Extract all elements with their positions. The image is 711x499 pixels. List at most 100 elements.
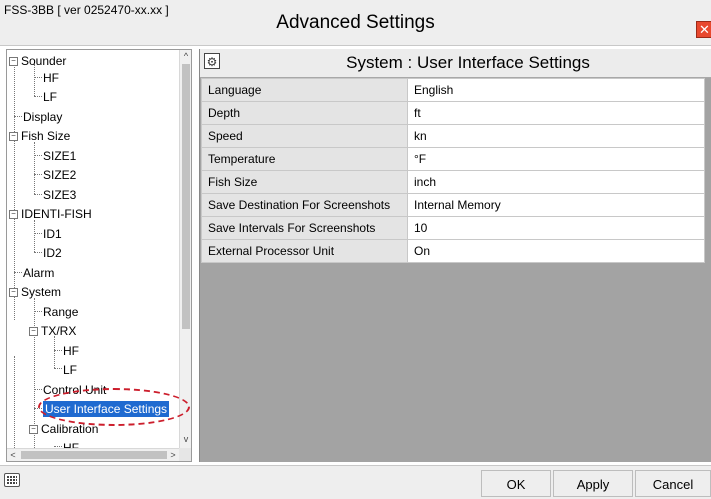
collapse-toggle-icon[interactable]: − (29, 425, 38, 435)
tree-item-label: HF (43, 71, 59, 85)
setting-value[interactable]: English (407, 78, 705, 102)
tree-item-label: HF (63, 344, 79, 358)
setting-name: Temperature (201, 147, 408, 171)
tree-item-sounder-hf[interactable]: HF (43, 69, 59, 87)
collapse-toggle-icon[interactable]: − (9, 210, 18, 220)
tree-connector-line (14, 62, 15, 320)
tree-item-identi-fish[interactable]: − IDENTI-FISH (9, 205, 92, 223)
tree-item-txrx-lf[interactable]: LF (63, 361, 77, 379)
setting-value[interactable]: 10 (407, 216, 705, 240)
tree-item-label: Display (23, 110, 63, 124)
tree-connector-line (14, 272, 22, 273)
tree-horizontal-scrollbar[interactable]: < > (7, 448, 179, 461)
scroll-down-icon[interactable]: v (180, 434, 191, 444)
tree-item-display[interactable]: Display (23, 108, 62, 126)
bottom-bar: OK Apply Cancel (0, 465, 711, 499)
tree-connector-line (34, 233, 42, 234)
settings-panel: ⚙ System : User Interface Settings Langu… (199, 49, 711, 462)
tree-item-label: IDENTI-FISH (21, 207, 92, 221)
setting-name: Save Destination For Screenshots (201, 193, 408, 217)
table-row[interactable]: Save Intervals For Screenshots 10 (201, 216, 705, 240)
collapse-toggle-icon[interactable]: − (9, 132, 18, 142)
tree-item-size3[interactable]: SIZE3 (43, 186, 76, 204)
tree-item-id1[interactable]: ID1 (43, 225, 62, 243)
tree-item-fish-size[interactable]: − Fish Size (9, 127, 70, 145)
table-row[interactable]: Depth ft (201, 101, 705, 125)
tree-item-label: LF (63, 363, 78, 377)
title-bar: FSS-3BB [ ver 0252470-xx.xx ] Advanced S… (0, 0, 711, 46)
scroll-right-icon[interactable]: > (167, 450, 179, 460)
scrollbar-corner (179, 448, 191, 461)
tree-connector-line (14, 356, 15, 448)
tree-item-label: SIZE2 (43, 168, 77, 182)
tree-item-label: SIZE3 (43, 188, 77, 202)
tree-item-txrx[interactable]: − TX/RX (29, 322, 76, 340)
tree-item-label: LF (43, 90, 58, 104)
setting-value[interactable]: °F (407, 147, 705, 171)
tree-item-size1[interactable]: SIZE1 (43, 147, 76, 165)
tree-item-calibration-hf[interactable]: HF (63, 439, 79, 448)
tree-connector-line (34, 77, 42, 78)
tree-connector-line (34, 311, 42, 312)
table-row[interactable]: Speed kn (201, 124, 705, 148)
table-row[interactable]: Language English (201, 78, 705, 102)
scrollbar-thumb[interactable] (21, 451, 167, 459)
tree-connector-line (34, 174, 42, 175)
setting-value[interactable]: inch (407, 170, 705, 194)
setting-name: Depth (201, 101, 408, 125)
tree-item-id2[interactable]: ID2 (43, 244, 62, 262)
close-button[interactable]: ✕ (696, 21, 711, 38)
tree-connector-line (54, 368, 62, 369)
tree-item-label: Range (43, 305, 79, 319)
table-row[interactable]: External Processor Unit On (201, 239, 705, 263)
tree-item-label: TX/RX (41, 324, 77, 338)
table-row[interactable]: Temperature °F (201, 147, 705, 171)
tree-item-label: Sounder (21, 54, 67, 68)
setting-name: External Processor Unit (201, 239, 408, 263)
scroll-left-icon[interactable]: < (7, 450, 19, 460)
panel-title: System : User Interface Settings (346, 53, 590, 72)
tree-item-size2[interactable]: SIZE2 (43, 166, 76, 184)
setting-name: Speed (201, 124, 408, 148)
collapse-toggle-icon[interactable]: − (9, 57, 18, 67)
collapse-toggle-icon[interactable]: − (29, 327, 38, 337)
table-row[interactable]: Save Destination For Screenshots Internal… (201, 193, 705, 217)
setting-value[interactable]: On (407, 239, 705, 263)
tree-item-label: ID1 (43, 227, 62, 241)
ok-button[interactable]: OK (481, 470, 551, 497)
tree-connector-line (34, 252, 42, 253)
setting-name: Save Intervals For Screenshots (201, 216, 408, 240)
tree-connector-line (34, 155, 42, 156)
highlight-ellipse (38, 388, 190, 426)
tree-item-system[interactable]: − System (9, 283, 61, 301)
setting-name: Language (201, 78, 408, 102)
scrollbar-thumb[interactable] (182, 64, 190, 329)
tree-item-label: SIZE1 (43, 149, 77, 163)
setting-value[interactable]: kn (407, 124, 705, 148)
tree-item-label: HF (63, 441, 79, 448)
tree-vertical-scrollbar[interactable]: ^ v (179, 50, 191, 448)
scroll-up-icon[interactable]: ^ (180, 51, 191, 61)
tree-item-range[interactable]: Range (43, 303, 78, 321)
tree-item-label: Fish Size (21, 129, 71, 143)
setting-value[interactable]: ft (407, 101, 705, 125)
tree-connector-line (34, 142, 35, 194)
keyboard-icon[interactable] (4, 473, 20, 487)
tree-connector-line (54, 336, 55, 368)
tree-connector-line (54, 446, 62, 447)
setting-value[interactable]: Internal Memory (407, 193, 705, 217)
setting-name: Fish Size (201, 170, 408, 194)
tree-connector-line (34, 96, 42, 97)
tree-item-sounder-lf[interactable]: LF (43, 88, 57, 106)
settings-table: Language English Depth ft Speed kn Temperat… (201, 78, 705, 263)
tree-item-label: System (21, 285, 62, 299)
tree-item-label: ID2 (43, 246, 62, 260)
cancel-button[interactable]: Cancel (635, 470, 711, 497)
settings-sliders-icon: ⚙ (204, 53, 220, 69)
apply-button[interactable]: Apply (553, 470, 633, 497)
tree-item-txrx-hf[interactable]: HF (63, 342, 79, 360)
tree-item-sounder[interactable]: − Sounder (9, 52, 66, 70)
table-row[interactable]: Fish Size inch (201, 170, 705, 194)
collapse-toggle-icon[interactable]: − (9, 288, 18, 298)
tree-item-alarm[interactable]: Alarm (23, 264, 54, 282)
